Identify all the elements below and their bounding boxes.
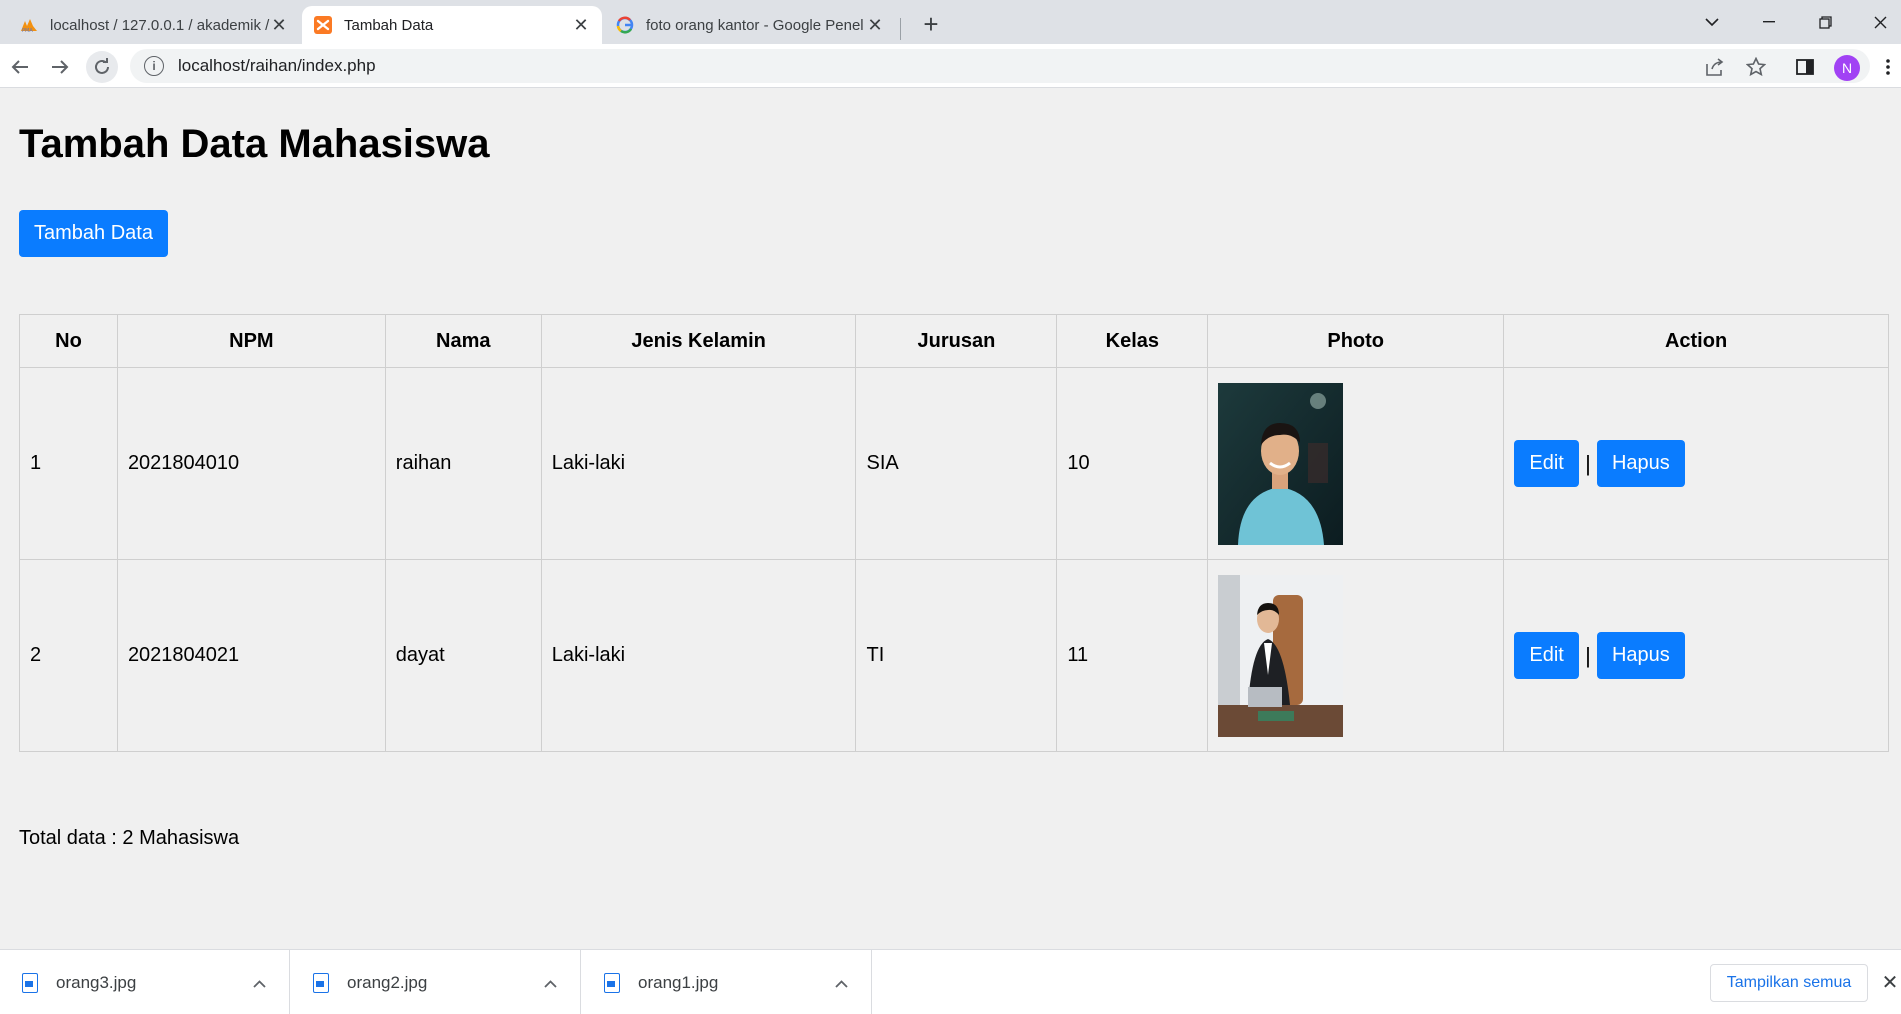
cell-photo: [1207, 367, 1505, 560]
minimize-icon[interactable]: [1747, 4, 1791, 40]
header-jenis-kelamin: Jenis Kelamin: [540, 314, 857, 368]
svg-text:PMA: PMA: [22, 28, 33, 33]
cell-jenis-kelamin: Laki-laki: [540, 559, 857, 752]
cell-jurusan: TI: [855, 559, 1058, 752]
back-arrow-icon[interactable]: [4, 51, 36, 83]
download-item[interactable]: orang2.jpg: [291, 950, 581, 1014]
share-icon[interactable]: [1703, 54, 1729, 80]
action-separator: |: [1585, 642, 1591, 668]
xampp-icon: [314, 16, 332, 34]
download-filename: orang2.jpg: [347, 972, 428, 992]
download-filename: orang1.jpg: [638, 972, 719, 992]
student-photo: [1218, 382, 1344, 545]
bookmark-star-icon[interactable]: [1743, 54, 1769, 80]
chevron-up-icon[interactable]: [829, 975, 853, 991]
edit-button[interactable]: Edit: [1514, 632, 1580, 679]
image-file-icon: [604, 972, 620, 993]
kebab-menu-icon[interactable]: [1875, 54, 1901, 80]
header-kelas: Kelas: [1056, 314, 1209, 368]
tab-google-search[interactable]: foto orang kantor - Google Penel ✕: [604, 6, 896, 44]
edit-button[interactable]: Edit: [1514, 440, 1580, 487]
cell-action: Edit | Hapus: [1503, 367, 1889, 560]
forward-arrow-icon[interactable]: [44, 51, 76, 83]
tab-separator: [900, 18, 901, 40]
tab-search-chevron-icon[interactable]: [1690, 4, 1734, 40]
address-bar[interactable]: i localhost/raihan/index.php: [130, 49, 1870, 83]
header-photo: Photo: [1207, 314, 1505, 368]
student-photo: [1218, 574, 1344, 737]
show-all-downloads-button[interactable]: Tampilkan semua: [1710, 964, 1868, 1002]
cell-action: Edit | Hapus: [1503, 559, 1889, 752]
cell-jenis-kelamin: Laki-laki: [540, 367, 857, 560]
header-no: No: [19, 314, 118, 368]
cell-no: 1: [19, 367, 118, 560]
delete-button[interactable]: Hapus: [1596, 632, 1685, 679]
cell-photo: [1207, 559, 1505, 752]
cell-kelas: 10: [1056, 367, 1209, 560]
close-tab-icon[interactable]: ✕: [572, 15, 590, 35]
table-row: 2 2021804021 dayat Laki-laki TI 11 Edit …: [19, 559, 1889, 752]
cell-nama: dayat: [384, 559, 542, 752]
header-nama: Nama: [384, 314, 542, 368]
total-count-text: Total data : 2 Mahasiswa: [19, 827, 240, 849]
download-item[interactable]: orang1.jpg: [582, 950, 872, 1014]
table-row: 1 2021804010 raihan Laki-laki SIA 10 Edi…: [19, 367, 1889, 560]
cell-no: 2: [19, 559, 118, 752]
site-info-icon[interactable]: i: [144, 56, 164, 76]
close-window-icon[interactable]: [1858, 4, 1901, 40]
reload-icon[interactable]: [86, 51, 118, 83]
new-tab-plus-icon[interactable]: +: [915, 8, 947, 40]
close-tab-icon[interactable]: ✕: [866, 15, 884, 35]
chevron-up-icon[interactable]: [538, 975, 562, 991]
download-shelf: orang3.jpg orang2.jpg orang1.jpg Tampilk…: [0, 949, 1901, 1014]
header-npm: NPM: [116, 314, 386, 368]
google-icon: [616, 16, 634, 34]
tab-strip: PMA localhost / 127.0.0.1 / akademik / ✕…: [0, 0, 1901, 44]
page-content: Tambah Data Mahasiswa Tambah Data No NPM…: [0, 89, 1901, 949]
cell-jurusan: SIA: [855, 367, 1058, 560]
chevron-up-icon[interactable]: [247, 975, 271, 991]
cell-kelas: 11: [1056, 559, 1209, 752]
close-shelf-icon[interactable]: ✕: [1878, 970, 1901, 994]
table-header-row: No NPM Nama Jenis Kelamin Jurusan Kelas …: [19, 314, 1889, 368]
cell-npm: 2021804010: [116, 367, 386, 560]
tab-title: Tambah Data: [344, 16, 434, 34]
browser-toolbar: i localhost/raihan/index.php N: [0, 44, 1901, 88]
header-jurusan: Jurusan: [855, 314, 1058, 368]
tab-title: foto orang kantor - Google Penel: [646, 16, 864, 34]
side-panel-icon[interactable]: [1792, 54, 1818, 80]
download-item[interactable]: orang3.jpg: [0, 950, 290, 1014]
tab-tambah-data[interactable]: Tambah Data ✕: [302, 6, 602, 44]
download-filename: orang3.jpg: [56, 972, 137, 992]
profile-avatar[interactable]: N: [1834, 55, 1860, 81]
cell-npm: 2021804021: [116, 559, 386, 752]
image-file-icon: [313, 972, 329, 993]
add-data-button[interactable]: Tambah Data: [19, 210, 168, 257]
header-action: Action: [1503, 314, 1889, 368]
student-table: No NPM Nama Jenis Kelamin Jurusan Kelas …: [19, 314, 1889, 752]
delete-button[interactable]: Hapus: [1596, 440, 1685, 487]
close-tab-icon[interactable]: ✕: [270, 15, 288, 35]
page-title: Tambah Data Mahasiswa: [19, 122, 490, 166]
action-separator: |: [1585, 450, 1591, 476]
restore-icon[interactable]: [1803, 4, 1847, 40]
cell-nama: raihan: [384, 367, 542, 560]
tab-title: localhost / 127.0.0.1 / akademik /: [50, 16, 270, 34]
phpmyadmin-icon: PMA: [20, 16, 38, 34]
tab-phpmyadmin[interactable]: PMA localhost / 127.0.0.1 / akademik / ✕: [8, 6, 300, 44]
image-file-icon: [22, 972, 38, 993]
url-text: localhost/raihan/index.php: [178, 56, 376, 75]
